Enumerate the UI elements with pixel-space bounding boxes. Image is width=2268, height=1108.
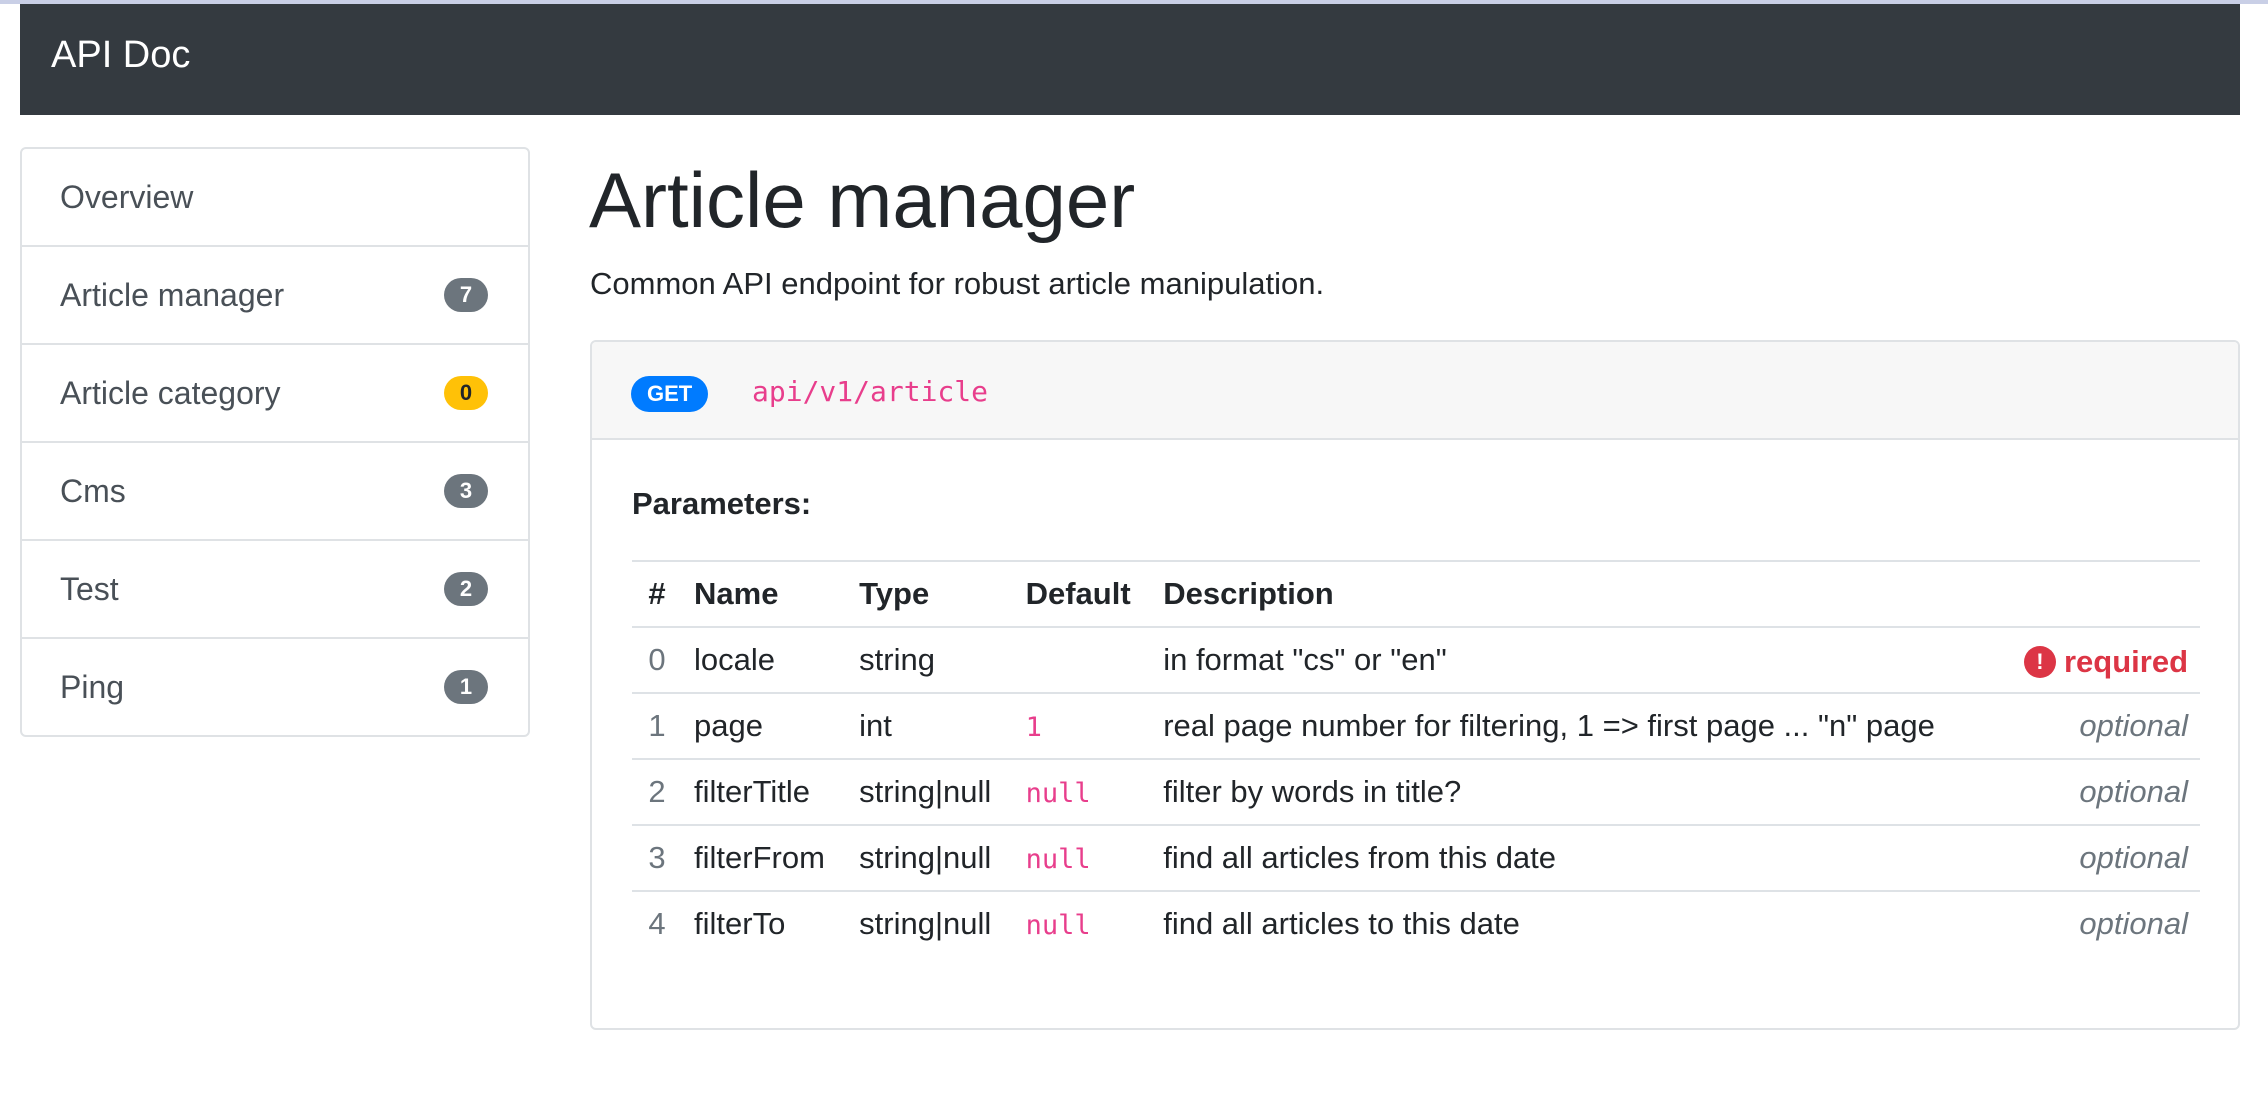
required-label: required [2063, 643, 2188, 679]
sidebar-item-label: Cms [60, 472, 126, 509]
parameters-table: # Name Type Default Description 0 locale… [632, 560, 2200, 956]
optional-label: optional [2079, 774, 2188, 809]
column-header-index: # [632, 560, 682, 627]
param-status: optional [1999, 758, 2200, 825]
optional-label: optional [2079, 840, 2188, 875]
optional-label: optional [2079, 708, 2188, 743]
column-header-description: Description [1151, 560, 2000, 627]
exclamation-circle-icon: ! [2023, 645, 2056, 678]
default-value: null [1025, 910, 1091, 941]
table-row: 0 locale string in format "cs" or "en" !… [632, 626, 2200, 693]
param-description: in format "cs" or "en" [1151, 626, 2000, 693]
default-value: null [1025, 778, 1091, 809]
default-value: 1 [1025, 712, 1042, 743]
endpoint-card: GET api/v1/article Parameters: # Name Ty… [590, 340, 2240, 1030]
sidebar-item-overview[interactable]: Overview [22, 149, 528, 247]
row-index: 0 [632, 626, 682, 693]
row-index: 3 [632, 824, 682, 891]
count-badge: 3 [444, 474, 488, 508]
sidebar-item-article-manager[interactable]: Article manager 7 [22, 247, 528, 345]
row-index: 1 [632, 692, 682, 759]
sidebar-item-label: Article category [60, 374, 281, 411]
sidebar-item-label: Article manager [60, 276, 285, 313]
param-name: filterTitle [682, 758, 848, 825]
param-default: null [1013, 758, 1152, 825]
count-badge: 2 [444, 572, 488, 606]
sidebar-item-label: Test [60, 570, 119, 607]
count-badge: 0 [444, 376, 488, 410]
sidebar-item-article-category[interactable]: Article category 0 [22, 345, 528, 443]
http-method-badge: GET [631, 376, 709, 412]
sidebar-nav: Overview Article manager 7 Article categ… [20, 147, 530, 737]
param-type: string|null [847, 824, 1014, 891]
param-status: optional [1999, 890, 2200, 956]
param-default [1013, 626, 1152, 693]
sidebar-item-label: Ping [60, 668, 125, 705]
param-description: find all articles from this date [1151, 824, 2000, 891]
table-row: 1 page int 1 real page number for filter… [632, 692, 2200, 759]
table-row: 2 filterTitle string|null null filter by… [632, 758, 2200, 825]
param-name: filterFrom [682, 824, 848, 891]
table-header-row: # Name Type Default Description [632, 560, 2200, 627]
param-type: string|null [847, 890, 1014, 956]
sidebar-item-cms[interactable]: Cms 3 [22, 443, 528, 541]
column-header-name: Name [682, 560, 848, 627]
table-row: 4 filterTo string|null null find all art… [632, 890, 2200, 956]
default-value: null [1025, 844, 1091, 875]
count-badge: 7 [444, 278, 488, 312]
param-description: filter by words in title? [1151, 758, 2000, 825]
page-description: Common API endpoint for robust article m… [590, 266, 1325, 301]
row-index: 4 [632, 890, 682, 956]
table-row: 3 filterFrom string|null null find all a… [632, 824, 2200, 891]
param-type: int [847, 692, 1014, 759]
param-status: optional [1999, 692, 2200, 759]
param-default: 1 [1013, 692, 1152, 759]
param-default: null [1013, 824, 1152, 891]
column-header-status [1999, 560, 2200, 627]
endpoint-header: GET api/v1/article [592, 342, 2238, 440]
param-name: filterTo [682, 890, 848, 956]
sidebar-item-label: Overview [60, 178, 194, 215]
param-status: optional [1999, 824, 2200, 891]
param-type: string|null [847, 758, 1014, 825]
required-indicator: ! required [2023, 643, 2188, 680]
param-description: real page number for filtering, 1 => fir… [1151, 692, 2000, 759]
sidebar-item-test[interactable]: Test 2 [22, 541, 528, 639]
column-header-type: Type [847, 560, 1014, 627]
param-status: ! required [1999, 626, 2200, 693]
param-type: string [847, 626, 1014, 693]
endpoint-path: api/v1/article [752, 375, 989, 408]
optional-label: optional [2079, 906, 2188, 941]
param-name: locale [682, 626, 848, 693]
parameters-heading: Parameters: [632, 486, 812, 521]
sidebar-item-ping[interactable]: Ping 1 [22, 639, 528, 735]
page-title: Article manager [589, 156, 1136, 244]
param-name: page [682, 692, 848, 759]
top-navbar: API Doc [20, 4, 2240, 115]
param-description: find all articles to this date [1151, 890, 2000, 956]
row-index: 2 [632, 758, 682, 825]
param-default: null [1013, 890, 1152, 956]
column-header-default: Default [1013, 560, 1152, 627]
count-badge: 1 [444, 670, 488, 704]
brand-link[interactable]: API Doc [51, 36, 190, 74]
